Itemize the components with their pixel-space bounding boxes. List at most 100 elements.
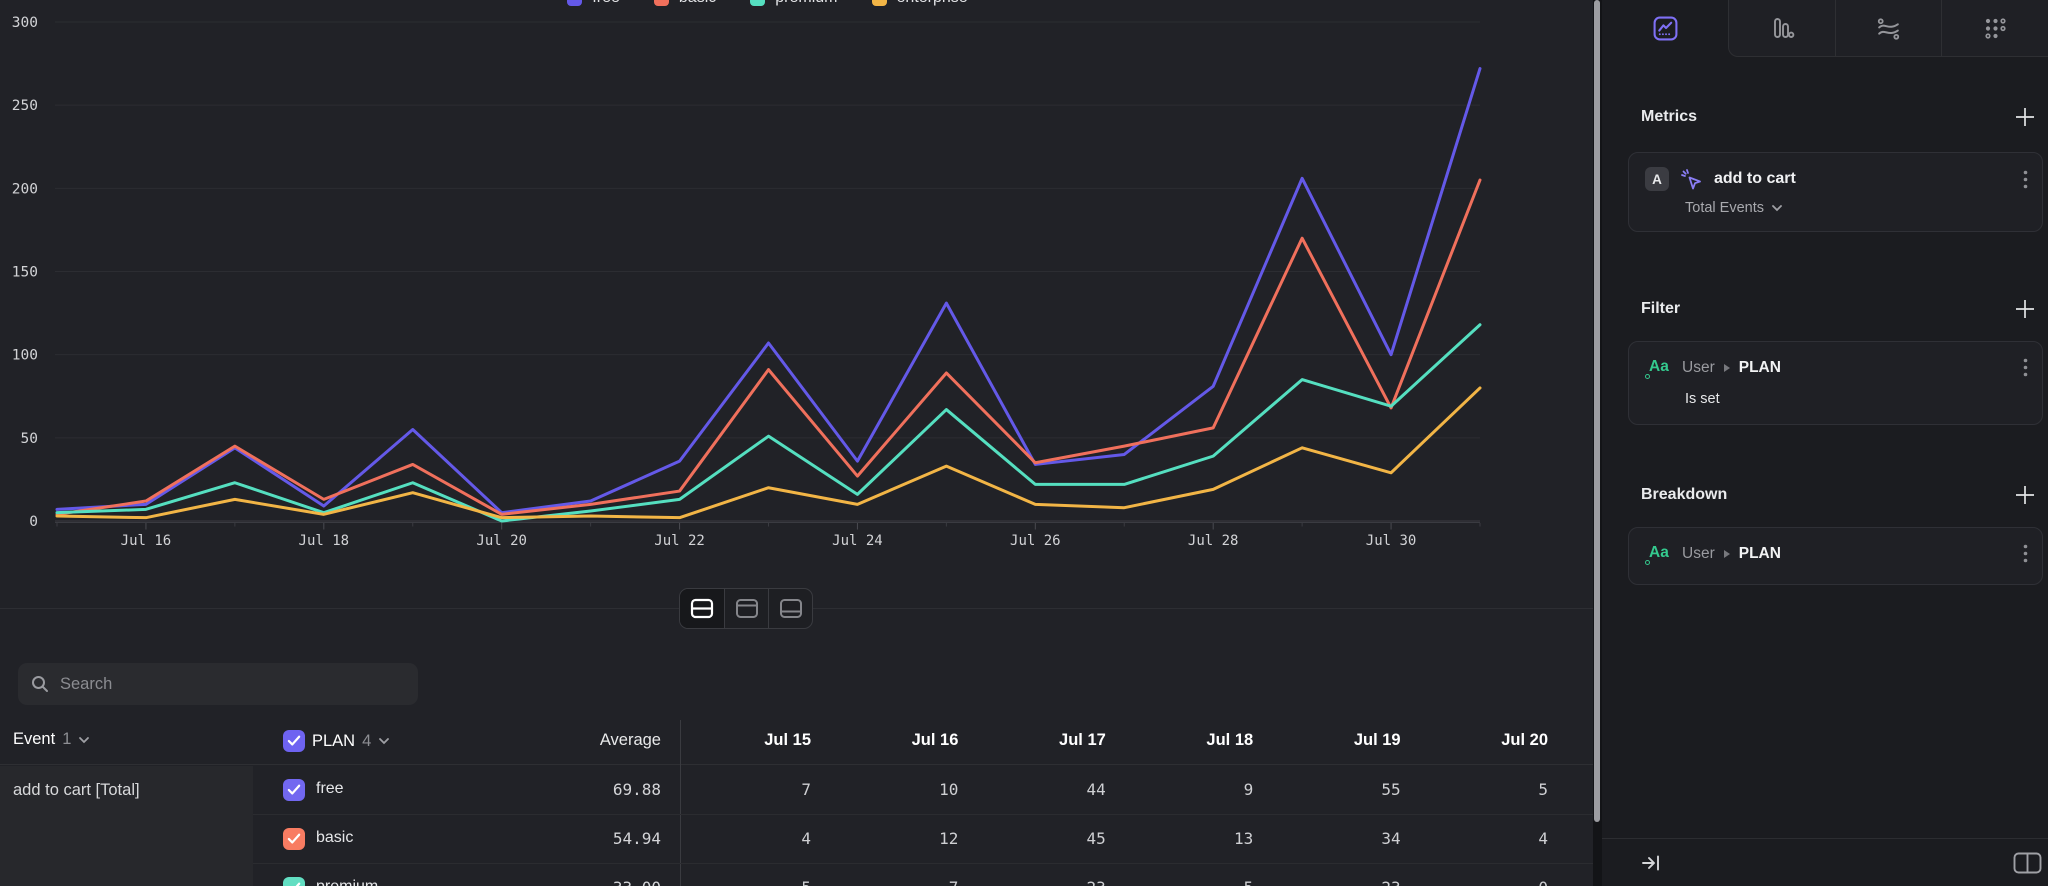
breakdown-card[interactable]: Aa User PLAN <box>1628 527 2043 585</box>
filter-operator[interactable]: Is set <box>1685 391 2030 407</box>
event-column-header[interactable]: Event1 <box>13 730 90 749</box>
breakdown-section-header: Breakdown <box>1641 484 2036 506</box>
row-checkbox[interactable] <box>283 877 305 886</box>
metric-letter-badge: A <box>1645 167 1669 191</box>
y-axis-label: 250 <box>12 98 38 114</box>
kebab-icon <box>2023 170 2028 189</box>
row-value: 9 <box>1244 780 1254 799</box>
breadcrumb-arrow-icon <box>1723 363 1731 373</box>
series-line-free <box>57 69 1480 513</box>
row-value: 23 <box>1087 878 1106 886</box>
x-axis-label: Jul 18 <box>299 533 350 549</box>
x-axis-label: Jul 28 <box>1188 533 1239 549</box>
flow-icon <box>1875 15 1902 42</box>
row-value: 4 <box>801 829 811 848</box>
row-value: 7 <box>949 878 959 886</box>
add-breakdown-button[interactable] <box>2014 484 2036 506</box>
row-value: 4 <box>1538 829 1548 848</box>
plan-checkbox[interactable] <box>283 730 305 752</box>
row-value: 45 <box>1087 829 1106 848</box>
query-sidebar: Metrics A add to cart <box>1602 0 2048 886</box>
x-axis-label: Jul 16 <box>121 533 172 549</box>
view-chart-button[interactable] <box>724 589 768 628</box>
row-value: 5 <box>1244 878 1254 886</box>
plan-column-header[interactable]: PLAN4 <box>283 730 390 752</box>
main-panel: freebasicpremiumenterprise 0501001502002… <box>0 0 1593 886</box>
row-checkbox[interactable] <box>283 828 305 850</box>
row-value: 10 <box>939 780 958 799</box>
metrics-title: Metrics <box>1641 108 1697 126</box>
y-axis-label: 50 <box>21 431 38 447</box>
row-value: 12 <box>939 829 958 848</box>
collapse-sidebar-button[interactable] <box>1641 854 1662 872</box>
tab-flow[interactable] <box>1835 0 1942 57</box>
sidebar-tabbar <box>1602 0 2048 57</box>
row-checkbox[interactable] <box>283 779 305 801</box>
collapse-arrow-icon <box>1641 854 1662 872</box>
row-value: 55 <box>1381 780 1400 799</box>
table-header: Event1 PLAN4 Average Jul 15Jul 16Jul 17J… <box>0 720 1593 765</box>
date-column-header: Jul 18 <box>1206 731 1253 750</box>
metric-measure-select[interactable]: Total Events <box>1685 200 2030 216</box>
scrollbar-thumb[interactable] <box>1594 0 1600 822</box>
row-label: free <box>316 780 344 798</box>
kebab-icon <box>2023 358 2028 377</box>
y-axis-label: 200 <box>12 181 38 197</box>
search-box[interactable] <box>18 663 418 705</box>
metric-menu-button[interactable] <box>2021 168 2030 191</box>
panel-layout-button[interactable] <box>2013 852 2042 874</box>
bottom-panel-view-icon <box>778 597 804 621</box>
table-row-free[interactable]: free69.88710449555 <box>253 766 1593 815</box>
metrics-section-header: Metrics <box>1641 106 2036 128</box>
x-axis-label: Jul 30 <box>1366 533 1417 549</box>
check-icon <box>287 784 301 796</box>
plus-icon <box>2014 484 2036 506</box>
x-axis-label: Jul 26 <box>1010 533 1061 549</box>
table-row-basic[interactable]: basic54.944124513344 <box>253 815 1593 864</box>
line-chart-icon <box>1652 15 1679 42</box>
date-column-header: Jul 16 <box>912 731 959 750</box>
line-chart[interactable]: 050100150200250300Jul 16Jul 18Jul 20Jul … <box>0 0 1593 560</box>
dots-grid-icon <box>1982 15 2009 42</box>
row-value: 44 <box>1087 780 1106 799</box>
row-average: 69.88 <box>613 780 661 799</box>
row-value: 5 <box>801 878 811 886</box>
row-value: 23 <box>1381 878 1400 886</box>
table-row-premium[interactable]: premium33.0057235230 <box>253 864 1593 886</box>
view-table-button[interactable] <box>768 589 812 628</box>
tab-more-apps[interactable] <box>1941 0 2048 57</box>
filter-menu-button[interactable] <box>2021 356 2030 379</box>
search-input[interactable] <box>60 675 405 694</box>
row-value: 7 <box>801 780 811 799</box>
row-value: 0 <box>1538 878 1548 886</box>
date-column-header: Jul 19 <box>1354 731 1401 750</box>
add-metric-button[interactable] <box>2014 106 2036 128</box>
filter-property-breadcrumb: User PLAN <box>1682 359 1781 377</box>
check-icon <box>287 882 301 886</box>
filter-card[interactable]: Aa User PLAN Is set <box>1628 341 2043 425</box>
breakdown-property-breadcrumb: User PLAN <box>1682 545 1781 563</box>
columns-panel-icon <box>2013 852 2042 874</box>
filter-title: Filter <box>1641 300 1680 318</box>
y-axis-label: 0 <box>29 514 38 530</box>
tab-bar-chart[interactable] <box>1729 0 1835 57</box>
view-split-button[interactable] <box>680 589 724 628</box>
series-line-enterprise <box>57 388 1480 518</box>
check-icon <box>287 833 301 845</box>
string-property-icon: Aa <box>1645 544 1671 564</box>
breakdown-menu-button[interactable] <box>2021 542 2030 565</box>
y-axis-label: 300 <box>12 15 38 31</box>
y-axis-label: 150 <box>12 265 38 281</box>
event-total-cell[interactable]: add to cart [Total] <box>0 766 253 886</box>
date-column-header: Jul 15 <box>764 731 811 750</box>
chevron-down-icon <box>378 737 390 745</box>
row-label: basic <box>316 829 353 847</box>
top-panel-view-icon <box>734 597 760 621</box>
metric-card[interactable]: A add to cart Total Events <box>1628 152 2043 232</box>
tab-line-chart[interactable] <box>1602 0 1728 57</box>
date-column-header: Jul 20 <box>1501 731 1548 750</box>
chevron-down-icon <box>1771 204 1783 212</box>
plus-icon <box>2014 106 2036 128</box>
add-filter-button[interactable] <box>2014 298 2036 320</box>
x-axis-label: Jul 22 <box>654 533 705 549</box>
